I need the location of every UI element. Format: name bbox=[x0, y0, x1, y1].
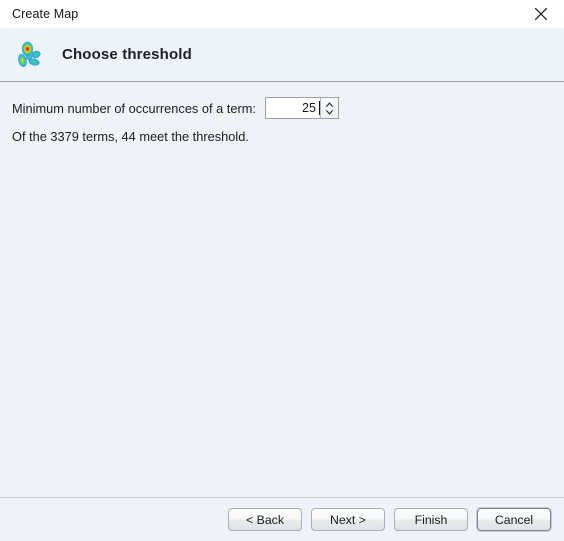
threshold-field-row: Minimum number of occurrences of a term: bbox=[12, 96, 552, 120]
next-button[interactable]: Next > bbox=[311, 508, 385, 531]
threshold-input[interactable] bbox=[265, 98, 319, 118]
dialog-body: Minimum number of occurrences of a term: bbox=[0, 82, 564, 497]
chevron-down-icon[interactable] bbox=[324, 109, 335, 116]
cancel-button[interactable]: Cancel bbox=[477, 508, 551, 531]
back-button[interactable]: < Back bbox=[228, 508, 302, 531]
page-title: Choose threshold bbox=[62, 46, 192, 63]
wizard-header: Choose threshold bbox=[0, 28, 564, 82]
window-title: Create Map bbox=[12, 6, 79, 21]
dialog-footer: < Back Next > Finish Cancel bbox=[0, 497, 564, 541]
threshold-spinner[interactable] bbox=[264, 97, 339, 119]
create-map-dialog: Create Map Choose threshold Minimum numb… bbox=[0, 0, 564, 541]
finish-button[interactable]: Finish bbox=[394, 508, 468, 531]
threshold-label: Minimum number of occurrences of a term: bbox=[12, 100, 256, 116]
spinner-stepper[interactable] bbox=[319, 98, 338, 118]
title-bar: Create Map bbox=[0, 0, 564, 28]
close-icon bbox=[534, 7, 548, 21]
density-map-icon bbox=[12, 38, 46, 72]
threshold-info-text: Of the 3379 terms, 44 meet the threshold… bbox=[12, 129, 249, 144]
chevron-up-icon[interactable] bbox=[324, 101, 335, 108]
close-button[interactable] bbox=[518, 0, 564, 28]
